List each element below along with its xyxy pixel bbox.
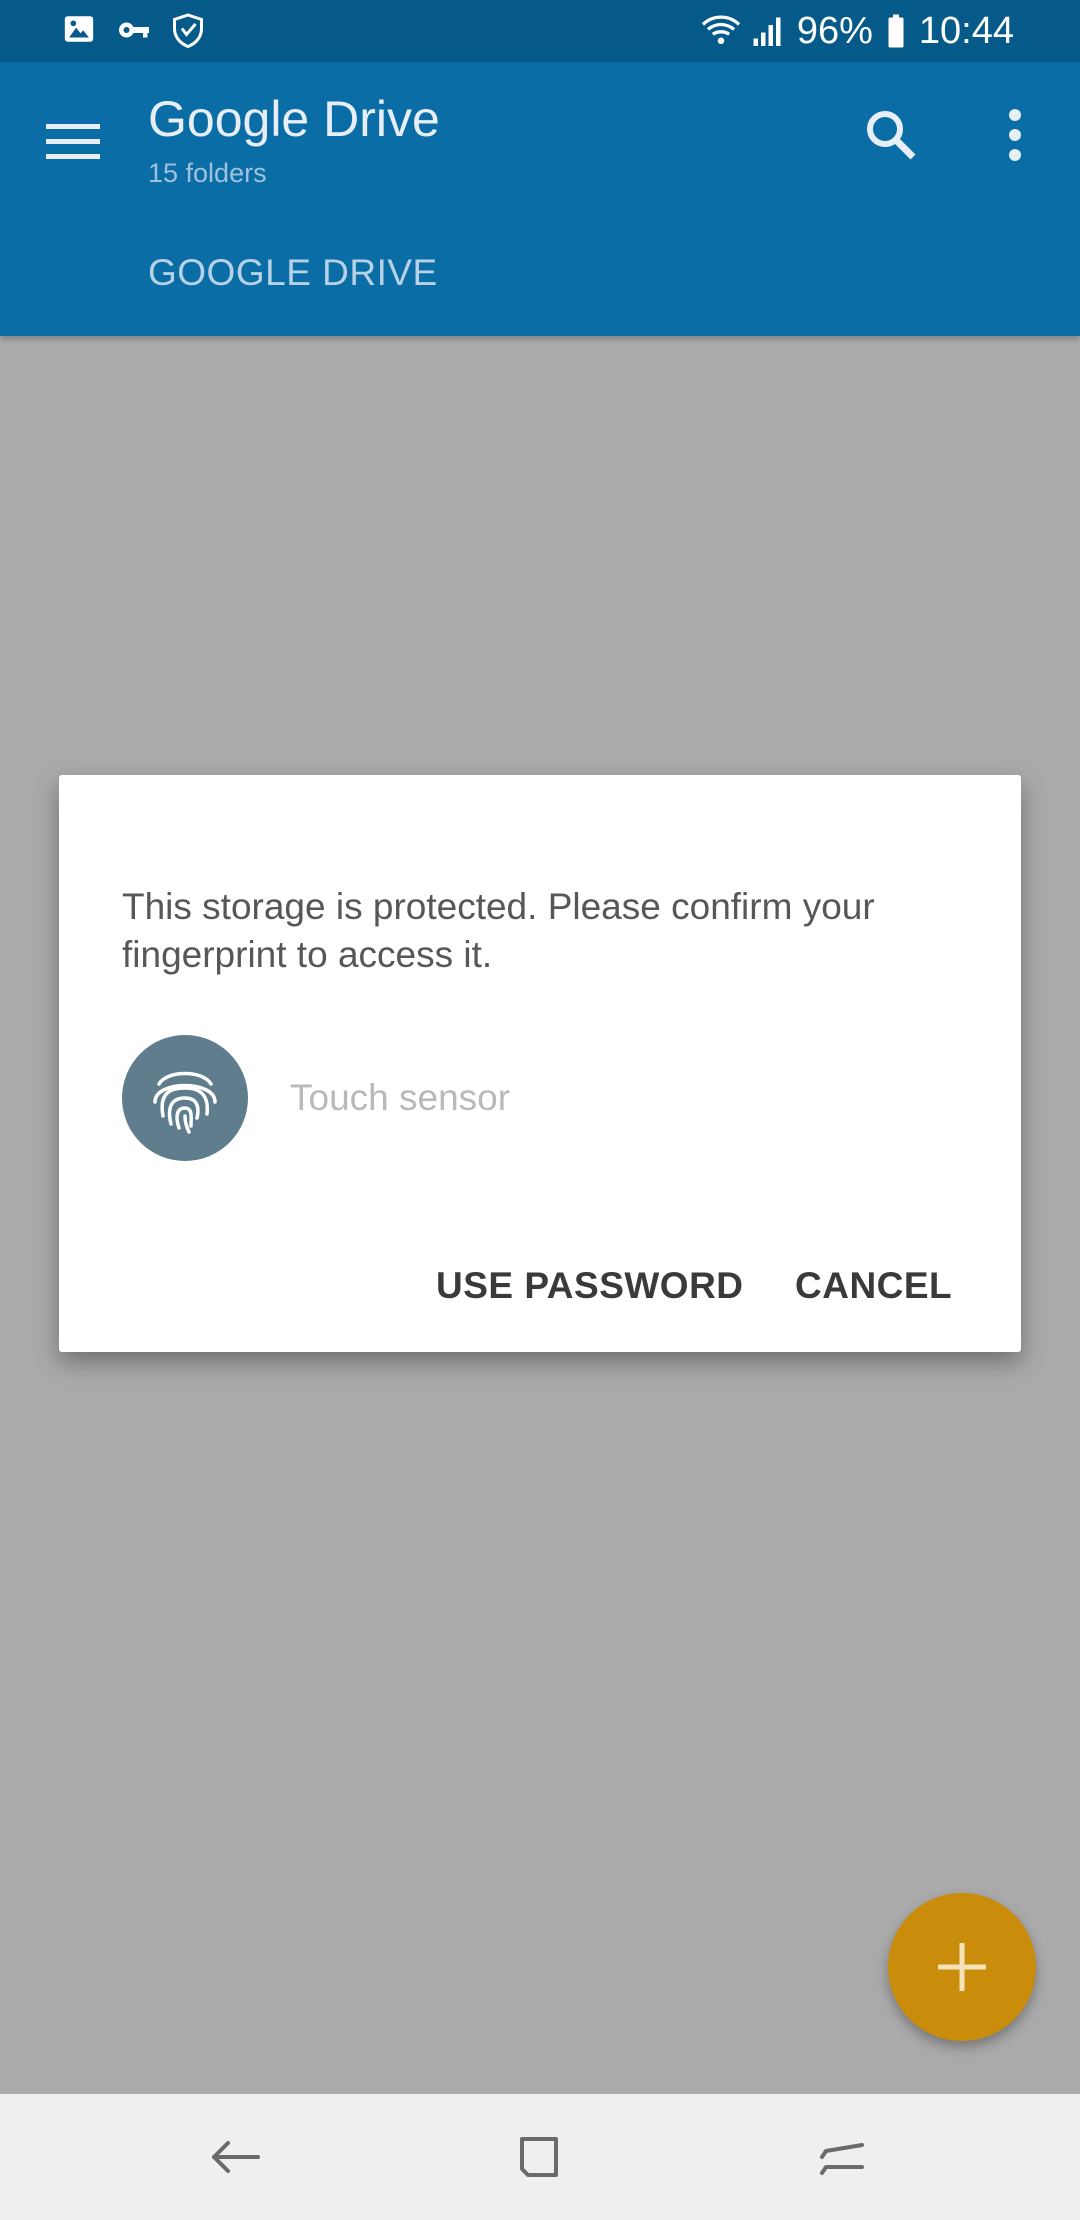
search-icon[interactable] bbox=[858, 102, 924, 168]
folder-count: 15 folders bbox=[148, 158, 267, 188]
more-options-icon[interactable] bbox=[990, 102, 1040, 168]
app-bar: Google Drive 15 folders GOOGLE DRIVE bbox=[0, 62, 1080, 336]
use-password-button[interactable]: USE PASSWORD bbox=[436, 1265, 744, 1307]
wifi-icon bbox=[701, 13, 740, 49]
battery-percent: 96% bbox=[796, 10, 873, 52]
system-nav-bar bbox=[0, 2094, 1080, 2220]
add-button[interactable] bbox=[888, 1893, 1036, 2041]
recents-icon[interactable] bbox=[812, 2127, 872, 2187]
status-left-icons bbox=[62, 12, 206, 49]
back-icon[interactable] bbox=[206, 2127, 266, 2187]
cancel-button[interactable]: CANCEL bbox=[795, 1265, 952, 1307]
shield-icon bbox=[170, 12, 206, 49]
clock: 10:44 bbox=[918, 10, 1014, 52]
dialog-message: This storage is protected. Please confir… bbox=[122, 886, 875, 975]
signal-icon bbox=[749, 13, 785, 49]
status-bar: 96% 10:44 bbox=[0, 0, 1080, 62]
status-right-icons: 96% 10:44 bbox=[701, 10, 1014, 52]
home-icon[interactable] bbox=[508, 2127, 568, 2187]
menu-icon[interactable] bbox=[42, 110, 104, 172]
plus-icon bbox=[938, 1943, 986, 1991]
tab-google-drive[interactable]: GOOGLE DRIVE bbox=[148, 252, 438, 294]
battery-icon bbox=[885, 13, 907, 49]
page-title: Google Drive bbox=[148, 91, 440, 147]
fingerprint-dialog: This storage is protected. Please confir… bbox=[59, 775, 1021, 1352]
fingerprint-icon bbox=[122, 1035, 248, 1161]
image-icon bbox=[62, 12, 98, 48]
key-icon bbox=[116, 12, 152, 48]
touch-sensor-label: Touch sensor bbox=[290, 1077, 511, 1118]
